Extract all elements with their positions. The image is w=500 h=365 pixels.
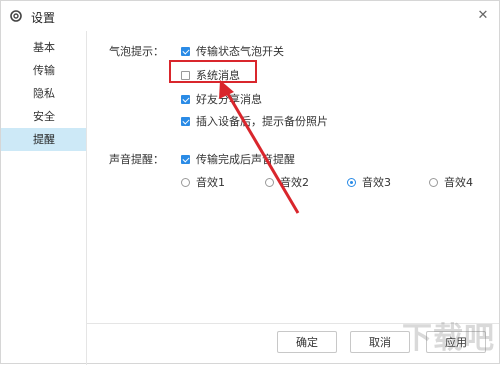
ok-button[interactable]: 确定 bbox=[277, 331, 337, 353]
annotation-arrow bbox=[219, 80, 300, 214]
cancel-button[interactable]: 取消 bbox=[350, 331, 410, 353]
settings-window: 设置 ✕ 基本 传输 隐私 安全 提醒 气泡提示： 传输状态气泡开关 系统消息 … bbox=[0, 0, 500, 365]
apply-button[interactable]: 应用 bbox=[426, 331, 486, 353]
